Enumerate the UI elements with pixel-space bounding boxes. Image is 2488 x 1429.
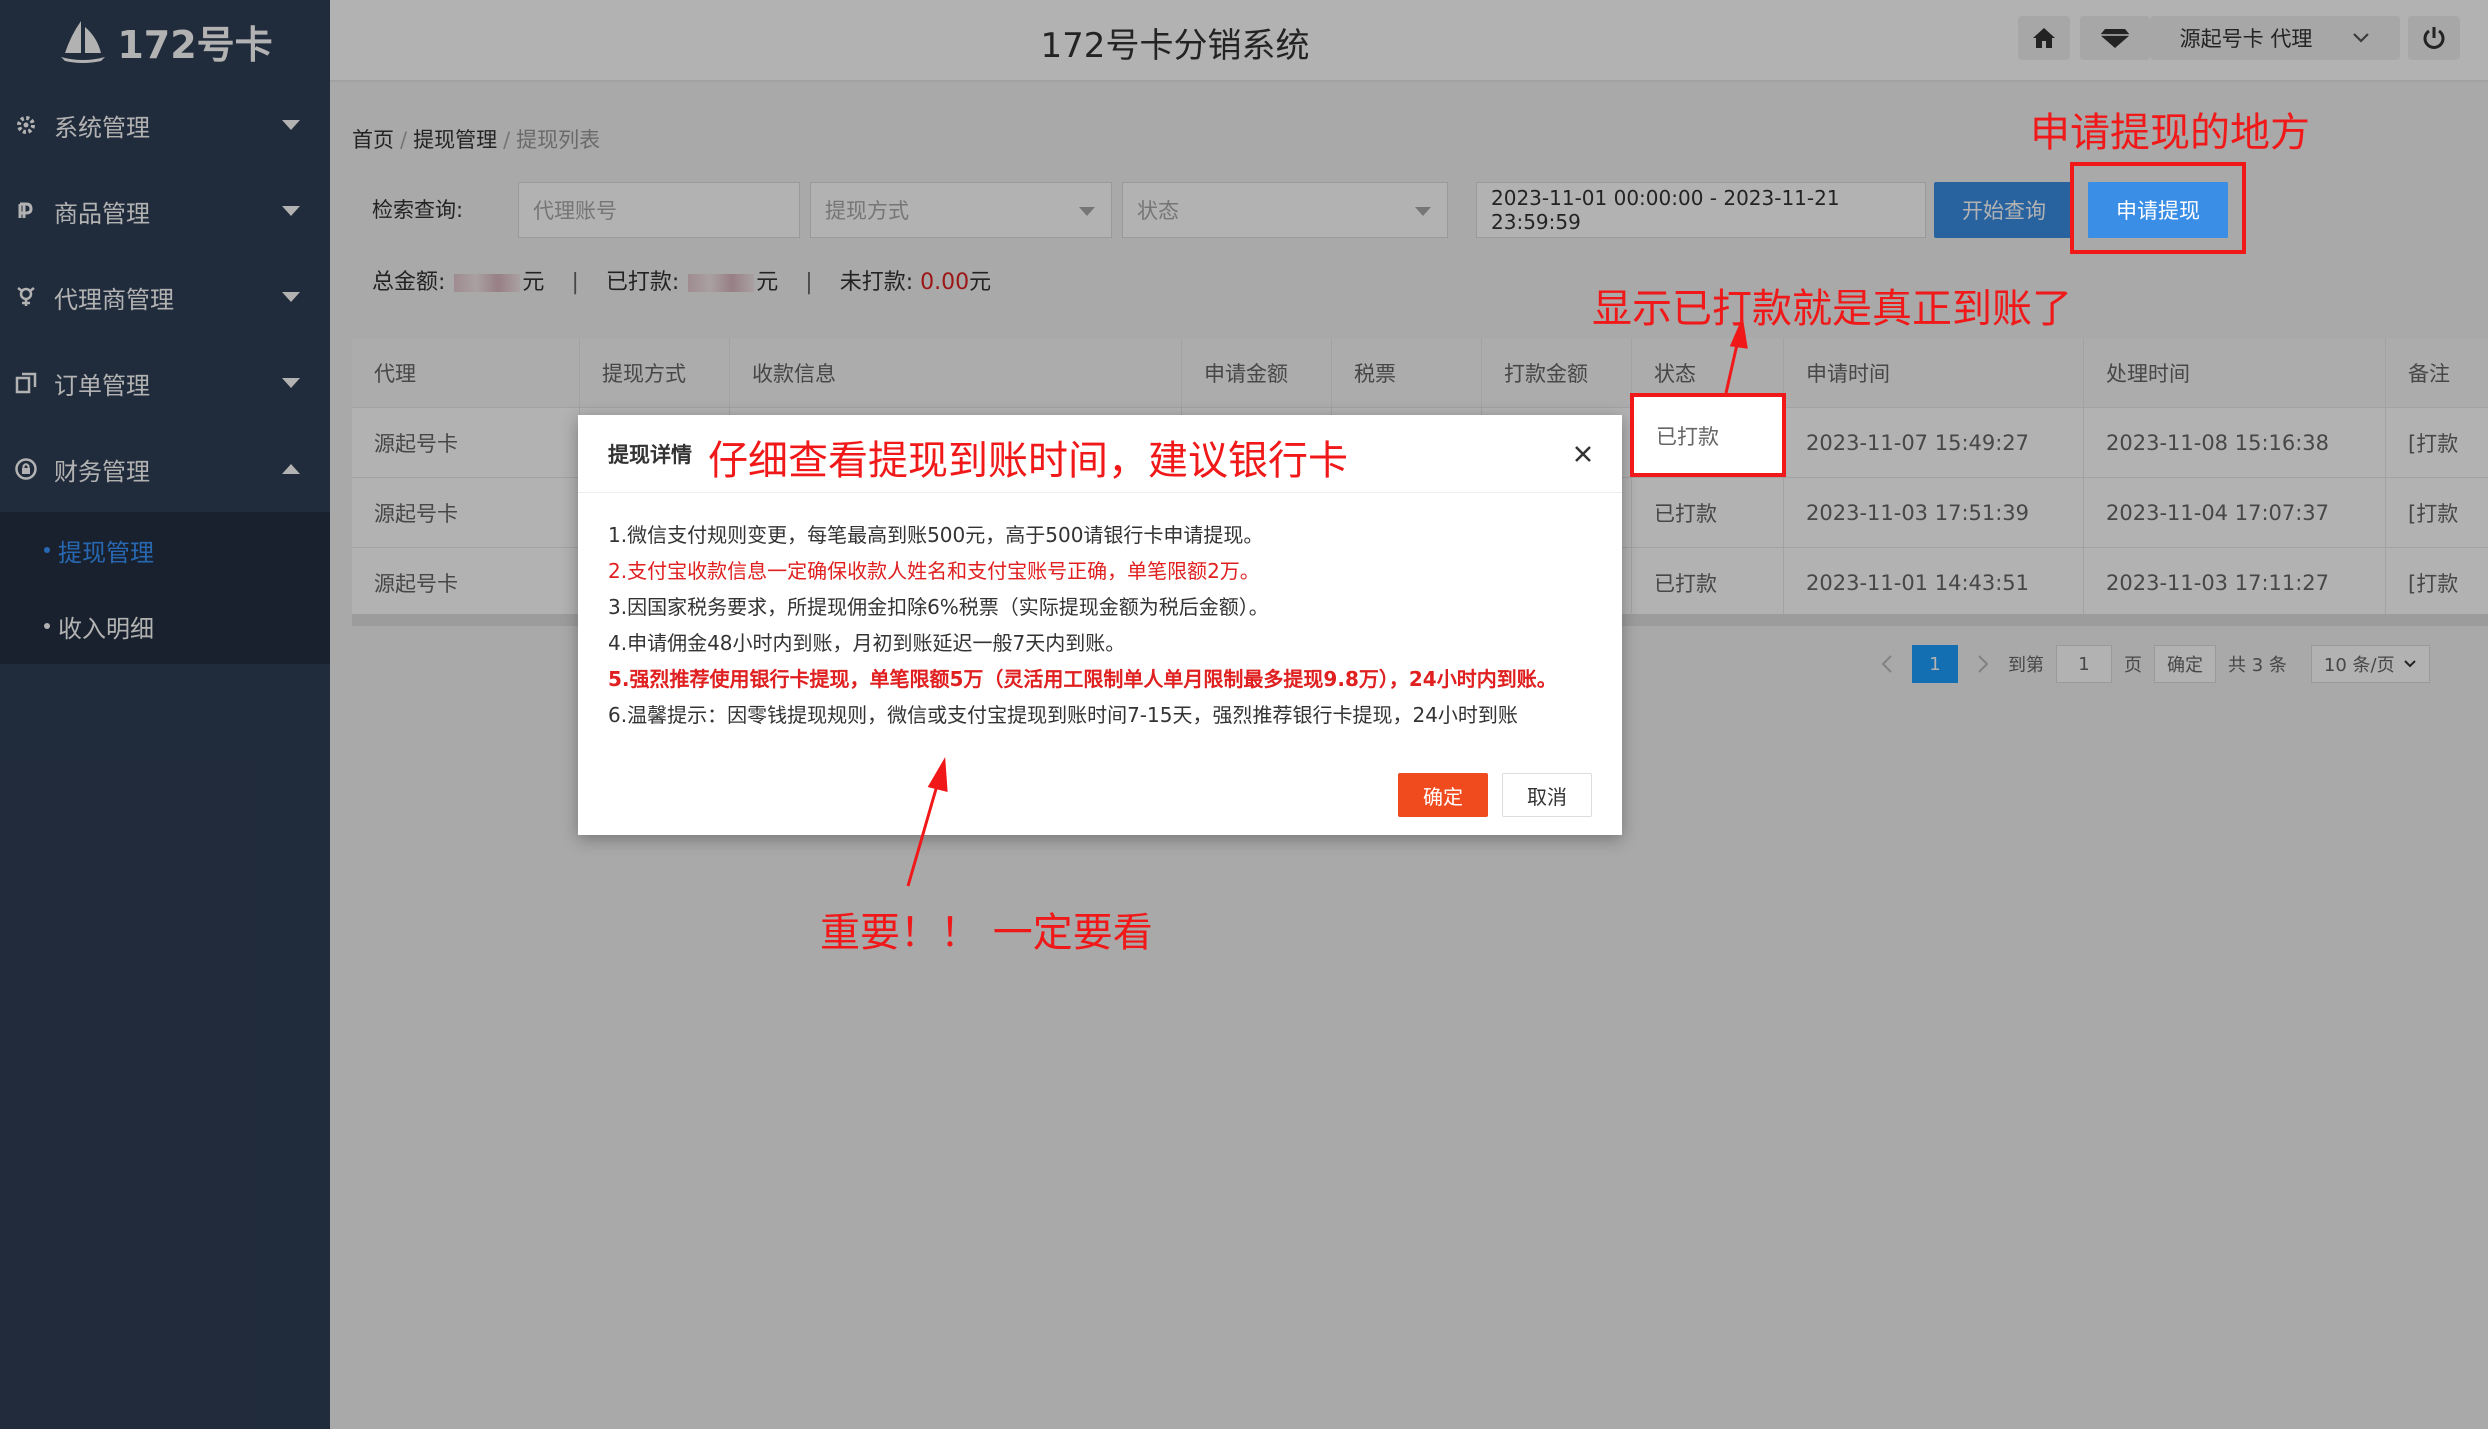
cancel-button[interactable]: 取消 <box>1502 773 1592 817</box>
dialog-body: 1.微信支付规则变更，每笔最高到账500元，高于500请银行卡申请提现。 2.支… <box>578 493 1622 733</box>
confirm-button[interactable]: 确定 <box>1398 773 1488 817</box>
rule-line: 6.温馨提示：因零钱提现规则，微信或支付宝提现到账时间7-15天，强烈推荐银行卡… <box>608 703 1518 727</box>
annotation-box-status <box>1630 393 1786 477</box>
annotation-status-hint: 显示已打款就是真正到账了 <box>1592 286 2072 332</box>
rule-line: 5.强烈推荐使用银行卡提现，单笔限额5万（灵活用工限制单人单月限制最多提现9.8… <box>608 667 1557 691</box>
annotation-apply-hint: 申请提现的地方 <box>2030 110 2310 156</box>
rule-line: 4.申请佣金48小时内到账，月初到账延迟一般7天内到账。 <box>608 631 1126 655</box>
close-icon <box>1575 446 1591 462</box>
close-button[interactable] <box>1566 437 1600 471</box>
annotation-important-hint: 重要！！ 一定要看 <box>820 910 1153 956</box>
rule-line: 2.支付宝收款信息一定确保收款人姓名和支付宝账号正确，单笔限额2万。 <box>608 559 1260 583</box>
rule-line: 3.因国家税务要求，所提现佣金扣除6%税票（实际提现金额为税后金额）。 <box>608 595 1269 619</box>
annotation-dialog-hint: 仔细查看提现到账时间，建议银行卡 <box>708 438 1348 484</box>
annotation-box-apply <box>2070 162 2246 254</box>
dialog-title: 提现详情 <box>608 442 692 467</box>
rule-line: 1.微信支付规则变更，每笔最高到账500元，高于500请银行卡申请提现。 <box>608 523 1264 547</box>
